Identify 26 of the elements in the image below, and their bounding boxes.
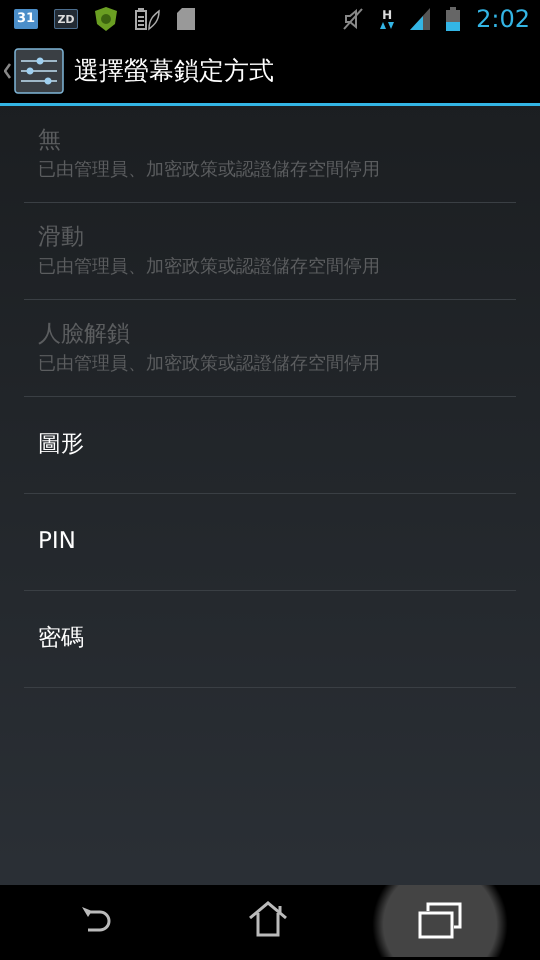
option-summary: 已由管理員、加密政策或認證儲存空間停用 (38, 158, 381, 182)
sd-card-icon (176, 7, 196, 31)
settings-app-icon[interactable] (4, 46, 66, 96)
shield-icon (94, 6, 118, 32)
screen-title: 選擇螢幕鎖定方式 (74, 54, 274, 87)
option-title: 滑動 (38, 224, 85, 252)
network-type-label: H (382, 8, 392, 20)
recent-apps-icon (418, 901, 462, 941)
calendar-icon: 31 (14, 9, 38, 29)
lock-option[interactable]: 密碼 (24, 591, 516, 688)
battery-icon (446, 7, 460, 31)
option-title: 人臉解鎖 (38, 320, 131, 348)
signal-icon (410, 8, 430, 30)
option-title: 圖形 (38, 431, 85, 459)
option-title: PIN (38, 528, 77, 556)
option-summary: 已由管理員、加密政策或認證儲存空間停用 (38, 352, 381, 376)
battery-leaf-icon (134, 7, 160, 31)
option-title: 密碼 (38, 625, 85, 653)
clock-text: 2:02 (476, 4, 530, 35)
data-arrows-icon (380, 20, 394, 30)
option-title: 無 (38, 126, 62, 154)
app-icon: ZD (54, 9, 78, 29)
lock-option[interactable]: 圖形 (24, 397, 516, 494)
lock-option[interactable]: PIN (24, 494, 516, 591)
mute-icon (342, 8, 364, 30)
option-summary: 已由管理員、加密政策或認證儲存空間停用 (38, 255, 381, 278)
